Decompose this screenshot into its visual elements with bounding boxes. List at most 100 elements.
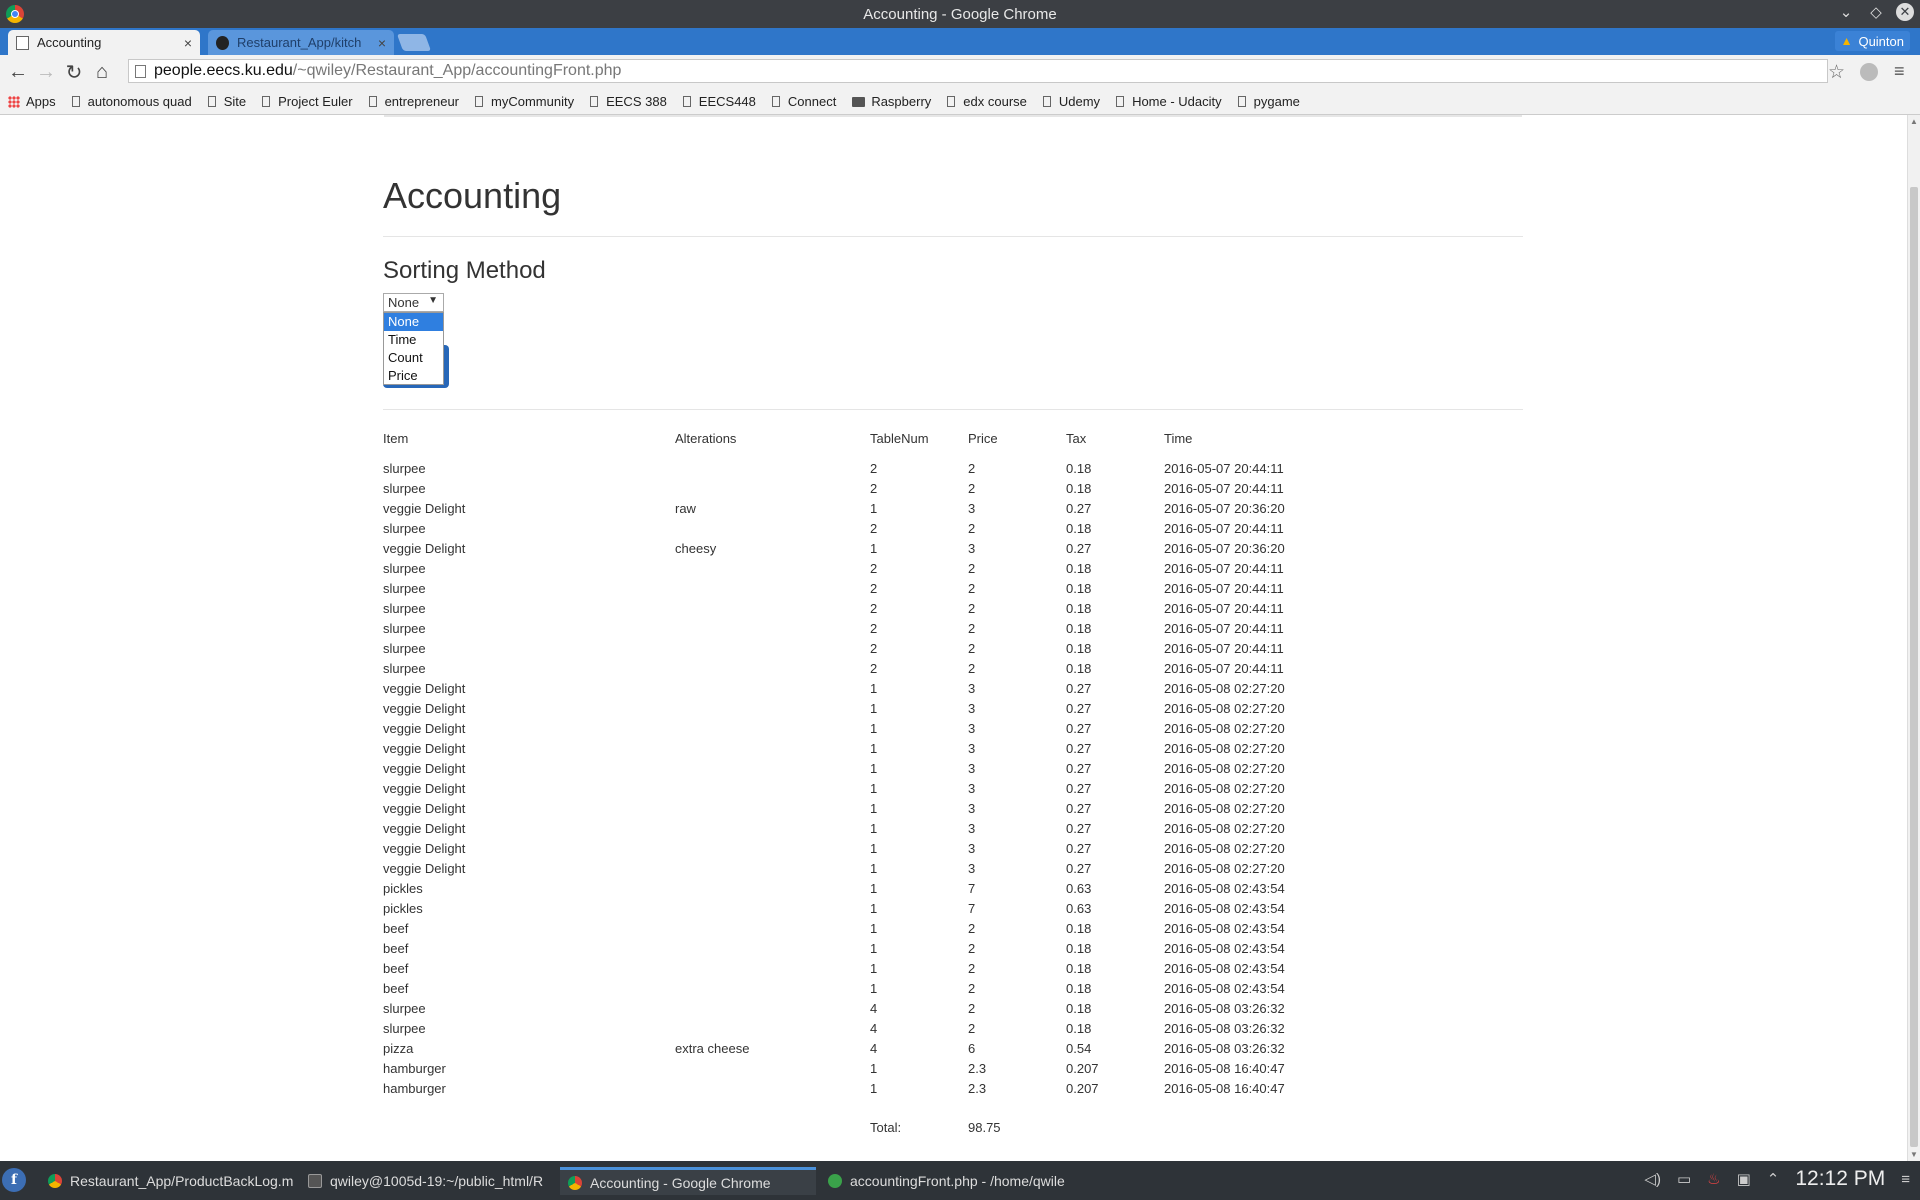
option-none[interactable]: None bbox=[384, 313, 443, 331]
bookmark-label: Home - Udacity bbox=[1132, 94, 1222, 109]
cell-price: 2 bbox=[968, 461, 976, 476]
cell-tax: 0.18 bbox=[1066, 461, 1092, 476]
bookmark-item[interactable]: edx course bbox=[947, 94, 1027, 109]
tab-accounting[interactable]: Accounting × bbox=[8, 30, 200, 55]
display-icon[interactable]: ▣ bbox=[1737, 1170, 1751, 1188]
forward-button[interactable]: → bbox=[32, 61, 60, 84]
cell-time: 2016-05-07 20:44:11 bbox=[1164, 561, 1284, 576]
task-restaurant-app[interactable]: Restaurant_App/ProductBackLog.m bbox=[40, 1167, 296, 1195]
option-count[interactable]: Count bbox=[384, 349, 443, 367]
task-accounting-chrome[interactable]: Accounting - Google Chrome bbox=[560, 1167, 816, 1195]
cell-tax: 0.18 bbox=[1066, 641, 1092, 656]
cell-time: 2016-05-08 02:43:54 bbox=[1164, 961, 1285, 976]
cell-time: 2016-05-08 02:43:54 bbox=[1164, 981, 1285, 996]
cell-item: hamburger bbox=[383, 1081, 446, 1096]
chrome-menu-icon[interactable]: ≡ bbox=[1894, 61, 1905, 82]
cell-item: slurpee bbox=[383, 521, 426, 536]
tab-restaurant-app[interactable]: Restaurant_App/kitch × bbox=[208, 30, 394, 55]
total-label: Total: bbox=[870, 1120, 902, 1135]
bookmark-item[interactable]: Home - Udacity bbox=[1116, 94, 1222, 109]
cell-price: 3 bbox=[968, 761, 976, 776]
home-button[interactable]: ⌂ bbox=[88, 61, 116, 84]
scroll-down-icon[interactable]: ▼ bbox=[1910, 1150, 1918, 1159]
sorting-method-heading: Sorting Method bbox=[383, 257, 546, 284]
divider bbox=[383, 236, 1523, 237]
volume-icon[interactable]: ◁) bbox=[1644, 1170, 1661, 1188]
bookmark-item[interactable]: Raspberry bbox=[852, 94, 931, 109]
reload-button[interactable]: ↻ bbox=[60, 60, 88, 85]
cell-tax: 0.27 bbox=[1066, 701, 1092, 716]
cell-tax: 0.27 bbox=[1066, 801, 1092, 816]
clipboard-icon[interactable]: ▭ bbox=[1677, 1170, 1691, 1188]
bookmark-item[interactable]: EECS448 bbox=[682, 94, 756, 109]
tab-close-icon[interactable]: × bbox=[184, 35, 192, 51]
cell-tablenum: 1 bbox=[870, 981, 878, 996]
page-info-icon[interactable] bbox=[135, 64, 146, 78]
maximize-icon[interactable]: ◇ bbox=[1866, 3, 1886, 21]
header-tax: Tax bbox=[1066, 431, 1087, 446]
task-label: Accounting - Google Chrome bbox=[590, 1174, 771, 1191]
cell-price: 3 bbox=[968, 701, 976, 716]
tray-expand-icon[interactable]: ⌃ bbox=[1767, 1170, 1780, 1188]
cell-time: 2016-05-07 20:44:11 bbox=[1164, 621, 1284, 636]
cell-price: 2 bbox=[968, 981, 976, 996]
back-button[interactable]: ← bbox=[4, 61, 32, 84]
chrome-logo-icon bbox=[6, 5, 24, 23]
cell-price: 3 bbox=[968, 841, 976, 856]
cell-item: beef bbox=[383, 921, 409, 936]
new-tab-button[interactable] bbox=[396, 34, 432, 51]
address-bar[interactable]: people.eecs.ku.edu/~qwiley/Restaurant_Ap… bbox=[128, 59, 1828, 83]
cell-tax: 0.18 bbox=[1066, 561, 1092, 576]
cell-time: 2016-05-08 02:27:20 bbox=[1164, 841, 1285, 856]
cell-price: 3 bbox=[968, 801, 976, 816]
fedora-launcher-icon[interactable]: f bbox=[2, 1168, 26, 1192]
bookmark-label: Udemy bbox=[1058, 94, 1101, 109]
vertical-scrollbar[interactable]: ▲ ▼ bbox=[1907, 115, 1920, 1161]
bookmark-item[interactable]: Apps bbox=[0, 94, 56, 109]
clock[interactable]: 12:12 PM bbox=[1795, 1167, 1885, 1191]
bookmark-item[interactable]: Site bbox=[207, 94, 246, 109]
close-window-icon[interactable]: ✕ bbox=[1896, 3, 1914, 21]
cell-time: 2016-05-08 02:27:20 bbox=[1164, 741, 1285, 756]
cell-item: hamburger bbox=[383, 1061, 446, 1076]
bookmark-item[interactable]: Project Euler bbox=[262, 94, 353, 109]
minimize-icon[interactable]: ⌄ bbox=[1836, 3, 1856, 21]
cell-time: 2016-05-08 02:27:20 bbox=[1164, 861, 1285, 876]
cell-price: 2 bbox=[968, 961, 976, 976]
cell-tax: 0.27 bbox=[1066, 821, 1092, 836]
bookmark-item[interactable]: myCommunity bbox=[475, 94, 574, 109]
bookmark-item[interactable]: Connect bbox=[771, 94, 836, 109]
task-editor[interactable]: accountingFront.php - /home/qwile bbox=[820, 1167, 1076, 1195]
option-time[interactable]: Time bbox=[384, 331, 443, 349]
extension-icon[interactable] bbox=[1860, 63, 1878, 81]
bookmark-star-icon[interactable]: ☆ bbox=[1828, 61, 1845, 84]
header-item: Item bbox=[383, 431, 409, 446]
option-price[interactable]: Price bbox=[384, 367, 443, 385]
cell-item: pizza bbox=[383, 1041, 414, 1056]
cell-item: veggie Delight bbox=[383, 861, 466, 876]
task-terminal[interactable]: qwiley@1005d-19:~/public_html/R bbox=[300, 1167, 556, 1195]
scroll-up-icon[interactable]: ▲ bbox=[1910, 117, 1918, 126]
cell-tax: 0.18 bbox=[1066, 1021, 1092, 1036]
bookmark-item[interactable]: autonomous quad bbox=[71, 94, 192, 109]
cell-item: veggie Delight bbox=[383, 801, 466, 816]
cell-price: 2 bbox=[968, 581, 976, 596]
taskbar-menu-icon[interactable]: ≡ bbox=[1901, 1171, 1910, 1188]
cell-tablenum: 1 bbox=[870, 881, 878, 896]
cell-price: 2.3 bbox=[968, 1081, 987, 1096]
bookmark-item[interactable]: EECS 388 bbox=[590, 94, 667, 109]
bookmark-item[interactable]: Udemy bbox=[1042, 94, 1101, 109]
cell-price: 2 bbox=[968, 1021, 976, 1036]
cell-item: slurpee bbox=[383, 1001, 426, 1016]
profile-button[interactable]: ▲ Quinton bbox=[1834, 31, 1910, 51]
scrollbar-thumb[interactable] bbox=[1910, 187, 1918, 1147]
sorting-method-select[interactable]: None ▼ bbox=[383, 293, 444, 312]
cell-item: beef bbox=[383, 981, 409, 996]
cell-item: veggie Delight bbox=[383, 841, 466, 856]
bookmark-item[interactable]: pygame bbox=[1237, 94, 1300, 109]
bookmark-item[interactable]: entrepreneur bbox=[368, 94, 459, 109]
cell-item: slurpee bbox=[383, 661, 426, 676]
tab-close-icon[interactable]: × bbox=[378, 35, 386, 51]
alert-icon[interactable]: ♨ bbox=[1707, 1170, 1720, 1188]
cell-tablenum: 1 bbox=[870, 781, 878, 796]
